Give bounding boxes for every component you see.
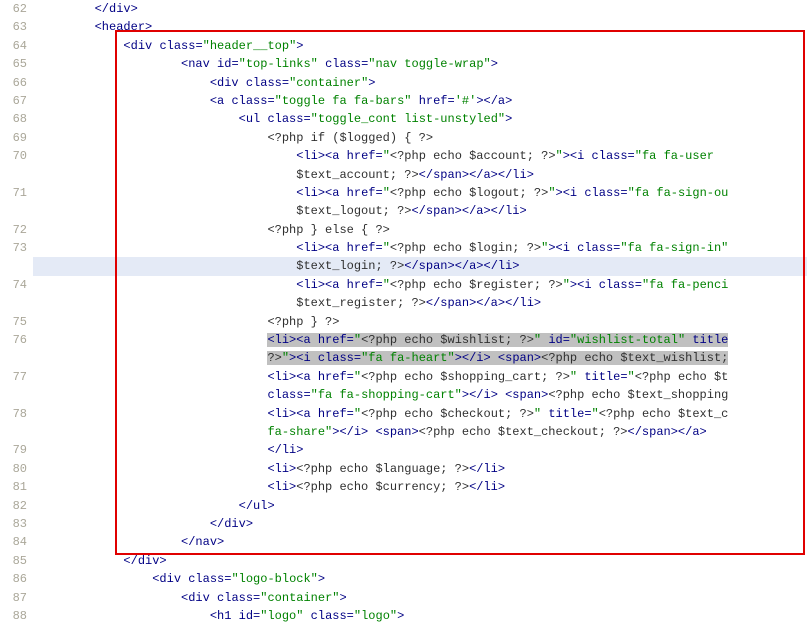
line-number: 65 (0, 55, 27, 73)
line-number: 69 (0, 129, 27, 147)
code-line[interactable]: $text_register; ?></span></a></li> (33, 294, 807, 312)
code-line[interactable]: <li><a href="<?php echo $account; ?>"><i… (33, 147, 807, 165)
code-line[interactable]: <ul class="toggle_cont list-unstyled"> (33, 110, 807, 128)
code-line[interactable]: <li><a href="<?php echo $wishlist; ?>" i… (33, 331, 807, 349)
code-line[interactable]: <header> (33, 18, 807, 36)
line-number: 70 (0, 147, 27, 165)
code-line[interactable]: <?php } else { ?> (33, 221, 807, 239)
code-line[interactable]: <li><a href="<?php echo $logout; ?>"><i … (33, 184, 807, 202)
code-line[interactable]: </ul> (33, 497, 807, 515)
line-number: 71 (0, 184, 27, 202)
line-number: 68 (0, 110, 27, 128)
line-number: 82 (0, 497, 27, 515)
line-number: 86 (0, 570, 27, 588)
line-number (0, 386, 27, 404)
line-number (0, 294, 27, 312)
line-number (0, 257, 27, 275)
code-editor[interactable]: 626364656667686970 71 7273 74 7576 77 78 798081… (0, 0, 807, 625)
line-number: 88 (0, 607, 27, 625)
line-number: 83 (0, 515, 27, 533)
code-line[interactable]: $text_login; ?></span></a></li> (33, 257, 807, 275)
code-line[interactable]: <a class="toggle fa fa-bars" href='#'></… (33, 92, 807, 110)
line-gutter: 626364656667686970 71 7273 74 7576 77 78 798081… (0, 0, 33, 625)
line-number: 74 (0, 276, 27, 294)
code-line[interactable]: <li><a href="<?php echo $shopping_cart; … (33, 368, 807, 386)
line-number: 67 (0, 92, 27, 110)
code-line[interactable]: fa-share"></i> <span><?php echo $text_ch… (33, 423, 807, 441)
line-number: 81 (0, 478, 27, 496)
code-line[interactable]: <div class="container"> (33, 589, 807, 607)
line-number (0, 166, 27, 184)
line-number: 66 (0, 74, 27, 92)
line-number (0, 202, 27, 220)
line-number: 76 (0, 331, 27, 349)
code-line[interactable]: </nav> (33, 533, 807, 551)
code-line[interactable]: <?php } ?> (33, 313, 807, 331)
code-line[interactable]: <h1 id="logo" class="logo"> (33, 607, 807, 625)
code-line[interactable]: <li><a href="<?php echo $register; ?>"><… (33, 276, 807, 294)
code-line[interactable]: <li><a href="<?php echo $login; ?>"><i c… (33, 239, 807, 257)
line-number: 80 (0, 460, 27, 478)
code-line[interactable]: <li><?php echo $currency; ?></li> (33, 478, 807, 496)
code-line[interactable]: <nav id="top-links" class="nav toggle-wr… (33, 55, 807, 73)
line-number: 77 (0, 368, 27, 386)
code-line[interactable]: <div class="container"> (33, 74, 807, 92)
line-number: 85 (0, 552, 27, 570)
line-number: 62 (0, 0, 27, 18)
code-area[interactable]: </div> <header> <div class="header__top"… (33, 0, 807, 625)
code-line[interactable]: class="fa fa-shopping-cart"></i> <span><… (33, 386, 807, 404)
line-number: 72 (0, 221, 27, 239)
code-line[interactable]: $text_logout; ?></span></a></li> (33, 202, 807, 220)
line-number: 78 (0, 405, 27, 423)
code-line[interactable]: ?>"><i class="fa fa-heart"></i> <span><?… (33, 349, 807, 367)
line-number: 75 (0, 313, 27, 331)
code-line[interactable]: <div class="logo-block"> (33, 570, 807, 588)
code-line[interactable]: <li><a href="<?php echo $checkout; ?>" t… (33, 405, 807, 423)
line-number: 87 (0, 589, 27, 607)
line-number: 64 (0, 37, 27, 55)
code-line[interactable]: </li> (33, 441, 807, 459)
line-number: 73 (0, 239, 27, 257)
code-line[interactable]: <li><?php echo $language; ?></li> (33, 460, 807, 478)
code-line[interactable]: </div> (33, 0, 807, 18)
code-line[interactable]: <?php if ($logged) { ?> (33, 129, 807, 147)
code-line[interactable]: </div> (33, 515, 807, 533)
line-number: 63 (0, 18, 27, 36)
line-number (0, 423, 27, 441)
code-line[interactable]: <div class="header__top"> (33, 37, 807, 55)
code-line[interactable]: $text_account; ?></span></a></li> (33, 166, 807, 184)
line-number: 84 (0, 533, 27, 551)
line-number: 79 (0, 441, 27, 459)
code-line[interactable]: </div> (33, 552, 807, 570)
line-number (0, 349, 27, 367)
